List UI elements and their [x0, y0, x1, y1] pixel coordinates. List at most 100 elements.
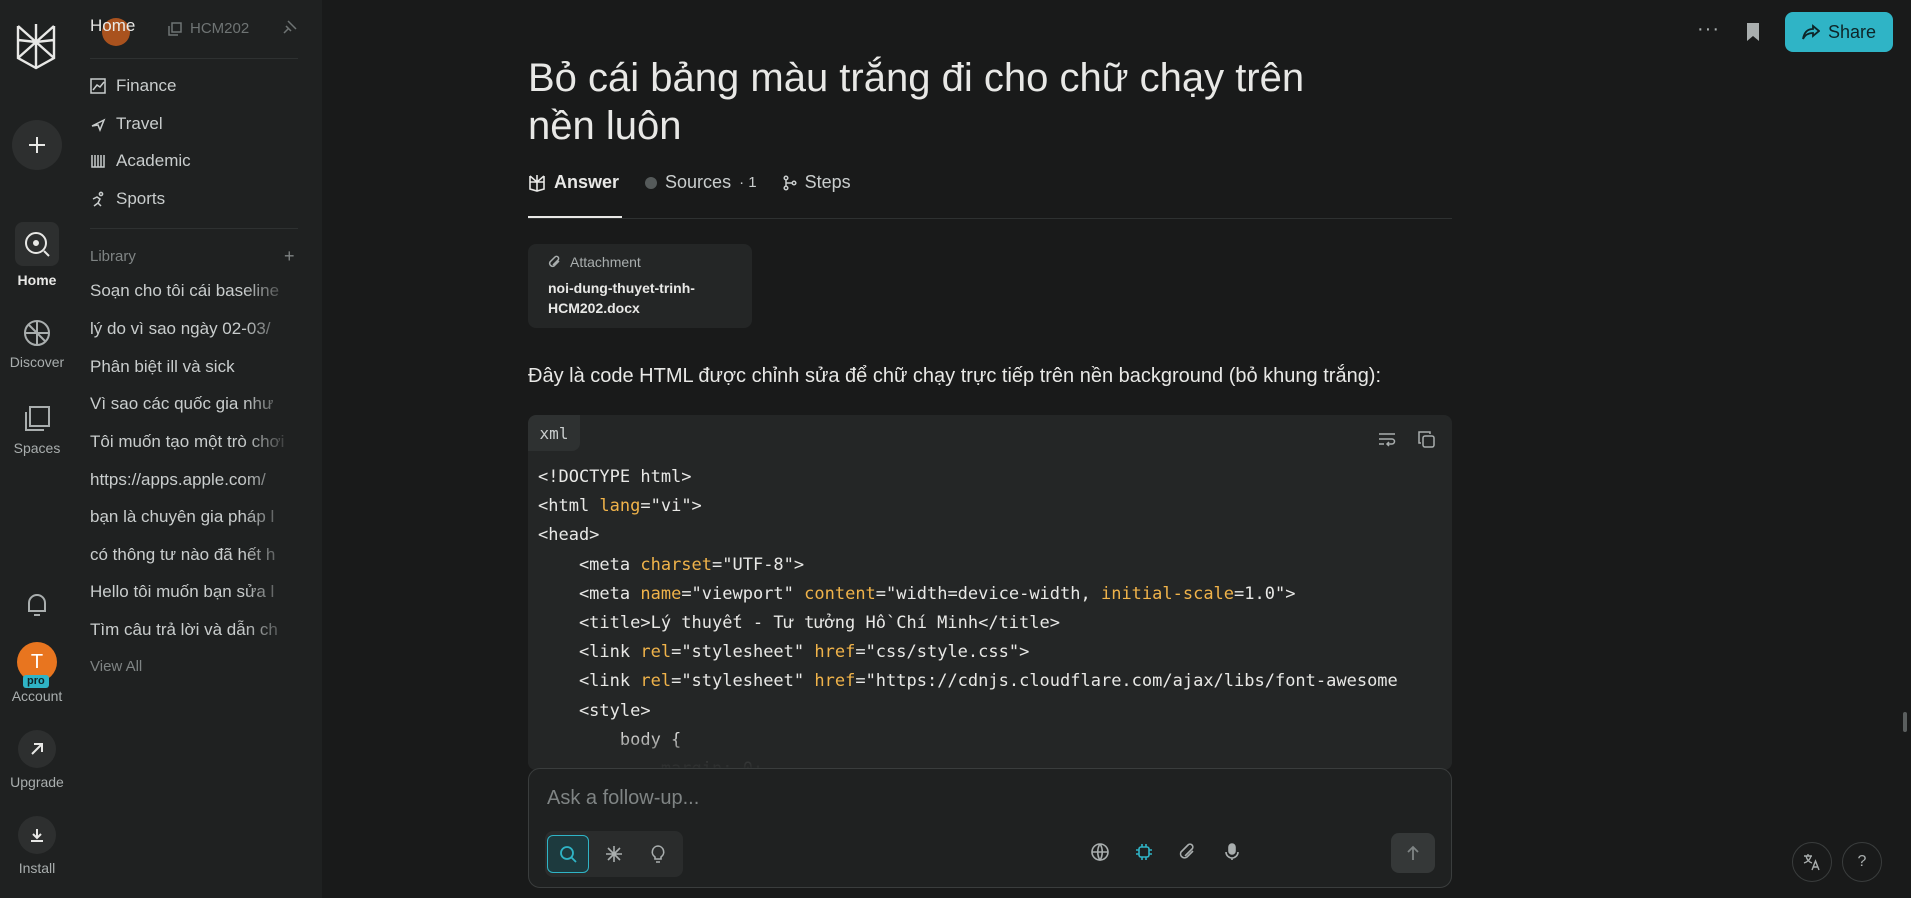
research-mode-button[interactable]	[593, 835, 635, 873]
code-block: xml <!DOCTYPE html> <html lang="vi"> <head…	[528, 415, 1452, 770]
microphone-icon[interactable]	[1225, 843, 1239, 861]
thread-title: Bỏ cái bảng màu trắng đi cho chữ chạy tr…	[528, 56, 1305, 148]
answer-tabs: Answer Sources · 1 Steps	[528, 172, 851, 193]
scrollbar-thumb[interactable]	[1903, 712, 1907, 732]
tab-answer-label: Answer	[554, 172, 620, 192]
model-chip-icon[interactable]	[1135, 843, 1153, 861]
code-attr: charset	[640, 554, 713, 575]
language-button[interactable]	[1792, 842, 1832, 882]
wrap-icon[interactable]	[1378, 431, 1396, 447]
sidebar-item-academic[interactable]: Academic	[90, 151, 191, 171]
lightbulb-icon	[651, 845, 665, 863]
new-thread-button[interactable]	[12, 120, 62, 170]
send-button[interactable]	[1391, 833, 1435, 873]
rail-account[interactable]: T pro Account	[0, 642, 74, 704]
library-item[interactable]: Hello tôi muốn bạn sửa l	[90, 582, 294, 602]
copy-icon[interactable]	[1418, 431, 1435, 448]
share-button[interactable]: Share	[1785, 12, 1893, 52]
divider	[90, 58, 298, 59]
bell-icon	[28, 594, 46, 616]
library-item[interactable]: Tôi muốn tạo một trò chơi	[90, 432, 294, 452]
tab-sources[interactable]: Sources · 1	[645, 172, 757, 193]
rail-upgrade-label: Upgrade	[10, 774, 64, 790]
arrow-up-icon	[1407, 845, 1419, 860]
rail-install[interactable]: Install	[0, 816, 74, 876]
library-item[interactable]: https://apps.apple.com/	[90, 470, 294, 490]
code-content: <!DOCTYPE html> <html lang="vi"> <head> <m…	[538, 463, 1398, 770]
library-item[interactable]: bạn là chuyên gia pháp l	[90, 507, 294, 527]
arrow-up-right-icon	[31, 743, 43, 755]
book-icon	[91, 155, 105, 168]
code-attr: rel	[640, 671, 672, 692]
tab-answer[interactable]: Answer	[528, 172, 619, 193]
translate-icon	[1803, 854, 1820, 871]
search-icon	[560, 846, 577, 863]
library-item[interactable]: lý do vì sao ngày 02-03/	[90, 319, 294, 339]
divider	[90, 228, 298, 229]
library-item[interactable]: Vì sao các quốc gia như	[90, 394, 294, 414]
bookmark-icon[interactable]	[1745, 22, 1761, 42]
code-language: xml	[528, 415, 580, 451]
rail-home-label: Home	[17, 272, 57, 288]
library-item[interactable]: Phân biệt ill và sick	[90, 357, 294, 377]
attachment-card[interactable]: Attachment noi-dung-thuyet-trinh-HCM202.…	[528, 244, 752, 328]
notifications-button[interactable]	[0, 592, 74, 628]
code-line: <meta charset="UTF-8">	[538, 554, 805, 575]
sidebar-home[interactable]: Home	[90, 16, 135, 36]
library-item[interactable]: có thông tư nào đã hết h	[90, 545, 294, 565]
tab-steps-label: Steps	[804, 172, 851, 192]
code-attr: rel	[640, 642, 672, 663]
code-attr: name	[640, 583, 682, 604]
answer-intro: Đây là code HTML được chỉnh sửa để chữ c…	[528, 365, 1382, 387]
help-button[interactable]: ?	[1842, 842, 1882, 882]
rail-discover[interactable]: Discover	[0, 318, 74, 370]
perplexity-small-icon	[529, 174, 545, 192]
sidebar-item-label: Finance	[116, 76, 177, 95]
tab-steps[interactable]: Steps	[783, 172, 851, 193]
rail-home[interactable]: Home	[0, 222, 74, 288]
tab-sources-count: · 1	[739, 174, 757, 191]
code-line: <html lang="vi">	[538, 496, 702, 517]
rail-spaces[interactable]: Spaces	[0, 404, 74, 456]
paperclip-icon	[548, 255, 560, 268]
code-fade	[528, 730, 1452, 770]
sidebar-item-label: Sports	[116, 189, 166, 208]
rail-upgrade[interactable]: Upgrade	[0, 730, 74, 790]
code-attr: href	[814, 642, 856, 663]
sidebar-item-label: Travel	[116, 114, 163, 133]
runner-icon	[92, 191, 104, 207]
follow-up-placeholder[interactable]: Ask a follow-up...	[547, 787, 699, 810]
rail-install-label: Install	[18, 860, 56, 876]
code-attr: href	[814, 671, 856, 692]
spaces-icon	[25, 406, 50, 431]
globe-icon	[24, 320, 50, 346]
rail-spaces-label: Spaces	[13, 440, 61, 456]
code-line: <title>Lý thuyết - Tư tưởng Hồ Chí Minh<…	[538, 613, 1060, 634]
library-add-button[interactable]: +	[284, 246, 295, 267]
code-attr: lang	[599, 496, 641, 517]
source-dot-icon	[645, 176, 658, 189]
pin-icon[interactable]	[283, 20, 297, 34]
code-line: <link rel="stylesheet" href="css/style.c…	[538, 642, 1030, 663]
attachment-label: Attachment	[570, 254, 641, 270]
library-item[interactable]: Tìm câu trả lời và dẫn ch	[90, 620, 294, 640]
more-options-icon[interactable]: ···	[1697, 18, 1720, 41]
view-all-link[interactable]: View All	[90, 658, 142, 675]
sidebar-item-travel[interactable]: Travel	[90, 114, 163, 134]
avatar[interactable]: T pro	[17, 642, 57, 688]
share-label: Share	[1827, 21, 1877, 42]
attach-icon[interactable]	[1179, 843, 1197, 861]
sidebar-item-sports[interactable]: Sports	[90, 189, 165, 209]
search-mode-button[interactable]	[547, 835, 589, 873]
perplexity-logo-icon[interactable]	[14, 22, 58, 70]
globe-icon[interactable]	[1091, 843, 1109, 861]
labs-mode-button[interactable]	[637, 835, 679, 873]
sidebar-space-label: HCM202	[190, 20, 250, 37]
sidebar-item-finance[interactable]: Finance	[90, 76, 176, 96]
rail-discover-label: Discover	[9, 354, 65, 370]
follow-up-box[interactable]: Ask a follow-up...	[528, 768, 1452, 888]
sidebar-space[interactable]: HCM202	[168, 20, 249, 37]
library-heading: Library	[90, 248, 136, 265]
download-icon	[31, 829, 43, 842]
library-item[interactable]: Soạn cho tôi cái baseline	[90, 281, 294, 301]
